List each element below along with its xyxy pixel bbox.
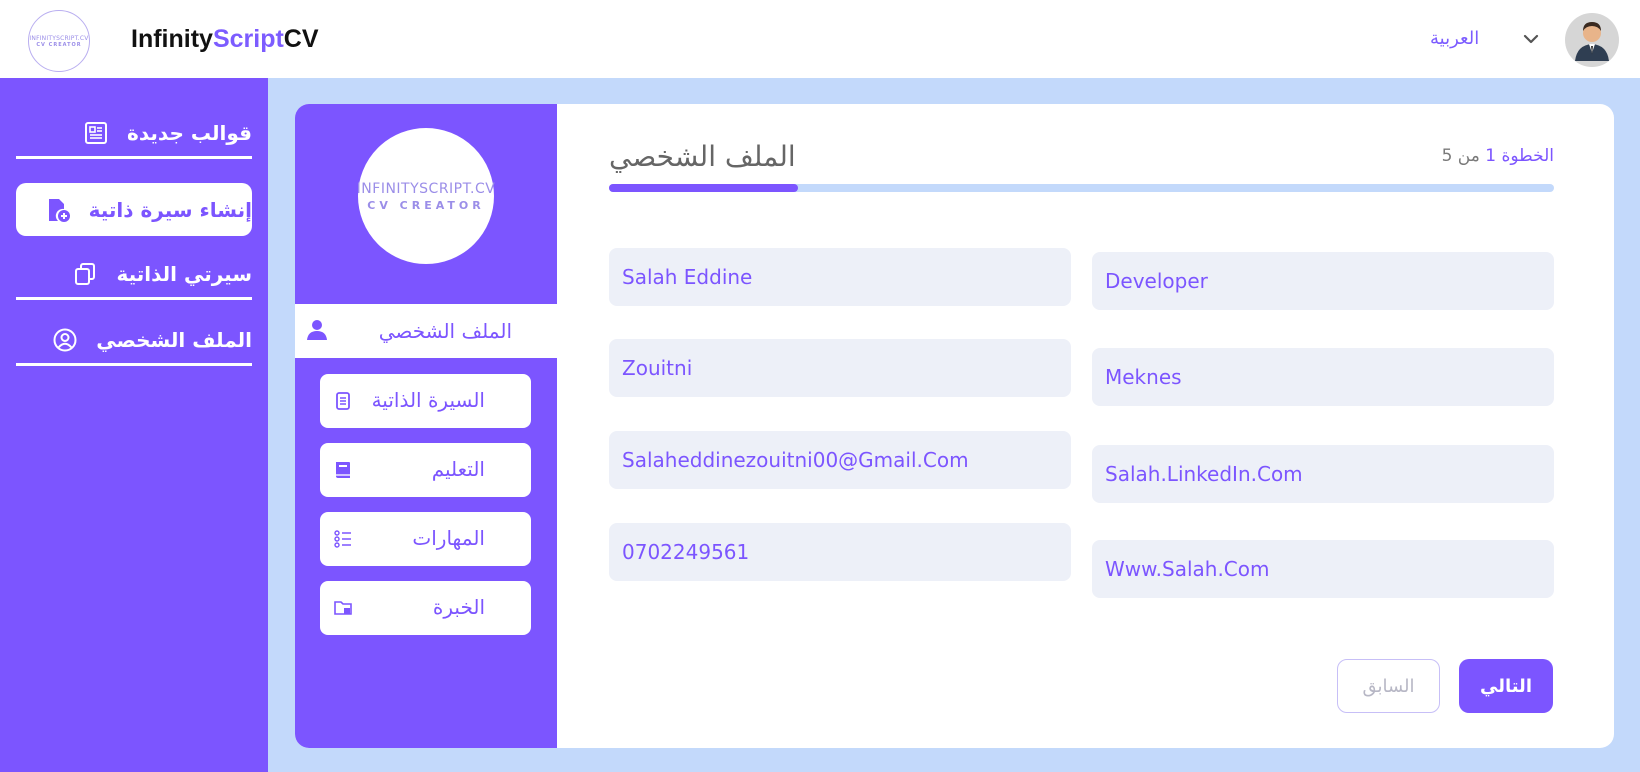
step-counter: الخطوة 1 من 5 (1441, 146, 1554, 166)
create-cv-icon (48, 198, 70, 222)
cv-form-card: INFINITYSCRIPT.CV CV CREATOR الملف الشخص… (295, 104, 1614, 748)
logo-line1: INFINITYSCRIPT.CV (29, 34, 89, 42)
sidebar-item-templates[interactable]: قوالب جديدة (16, 109, 252, 159)
templates-icon (85, 121, 108, 144)
sidebar-item-label: سيرتي الذاتية (116, 261, 252, 286)
step-profile[interactable]: الملف الشخصي (295, 304, 557, 358)
city-field[interactable] (1092, 348, 1554, 406)
step-experience[interactable]: الخبرة (320, 581, 531, 635)
logo-line2: CV CREATOR (36, 41, 82, 48)
step-label: السيرة الذاتية (371, 388, 485, 412)
sidebar: قوالب جديدة إنشاء سيرة ذاتية سيرتي الذات… (0, 78, 268, 772)
first-name-field[interactable] (609, 248, 1071, 306)
brand-name: InfinityScriptCV (131, 25, 319, 53)
sidebar-item-profile[interactable]: الملف الشخصي (16, 316, 252, 366)
progress-bar (609, 184, 1554, 192)
my-cv-icon (75, 262, 96, 285)
book-icon (336, 462, 350, 478)
sidebar-item-create-cv[interactable]: إنشاء سيرة ذاتية (16, 183, 252, 236)
next-button[interactable]: التالي (1459, 659, 1553, 713)
step-cv[interactable]: السيرة الذاتية (320, 374, 531, 428)
profile-icon (53, 328, 77, 351)
email-field[interactable] (609, 431, 1071, 489)
card-logo-line1: INFINITYSCRIPT.CV (356, 180, 496, 197)
step-skills[interactable]: المهارات (320, 512, 531, 566)
previous-button[interactable]: السابق (1337, 659, 1440, 713)
steps-panel: INFINITYSCRIPT.CV CV CREATOR الملف الشخص… (295, 104, 557, 748)
form-title: الملف الشخصي (609, 140, 796, 173)
sidebar-item-label: قوالب جديدة (127, 120, 252, 145)
list-icon (334, 530, 351, 548)
progress-fill (609, 184, 798, 192)
step-label: التعليم (431, 457, 485, 481)
folder-icon (334, 601, 352, 615)
person-icon (307, 320, 327, 340)
phone-field[interactable] (609, 523, 1071, 581)
user-avatar-icon[interactable] (1565, 13, 1619, 67)
step-label: الخبرة (432, 595, 485, 619)
step-label: الملف الشخصي (378, 319, 512, 343)
card-logo-line2: CV CREATOR (367, 198, 485, 212)
website-field[interactable] (1092, 540, 1554, 598)
language-selector[interactable]: العربية (1430, 28, 1479, 49)
step-label: المهارات (412, 526, 485, 550)
sidebar-item-label: إنشاء سيرة ذاتية (88, 197, 252, 222)
last-name-field[interactable] (609, 339, 1071, 397)
job-title-field[interactable] (1092, 252, 1554, 310)
card-logo: INFINITYSCRIPT.CV CV CREATOR (356, 126, 496, 266)
app-logo[interactable]: INFINITYSCRIPT.CV CV CREATOR (28, 10, 90, 72)
top-bar: INFINITYSCRIPT.CV CV CREATOR InfinityScr… (0, 0, 1640, 78)
step-education[interactable]: التعليم (320, 443, 531, 497)
document-icon (336, 392, 350, 410)
sidebar-item-label: الملف الشخصي (96, 327, 252, 352)
linkedin-field[interactable] (1092, 445, 1554, 503)
chevron-down-icon[interactable] (1520, 28, 1542, 50)
sidebar-item-my-cv[interactable]: سيرتي الذاتية (16, 250, 252, 300)
